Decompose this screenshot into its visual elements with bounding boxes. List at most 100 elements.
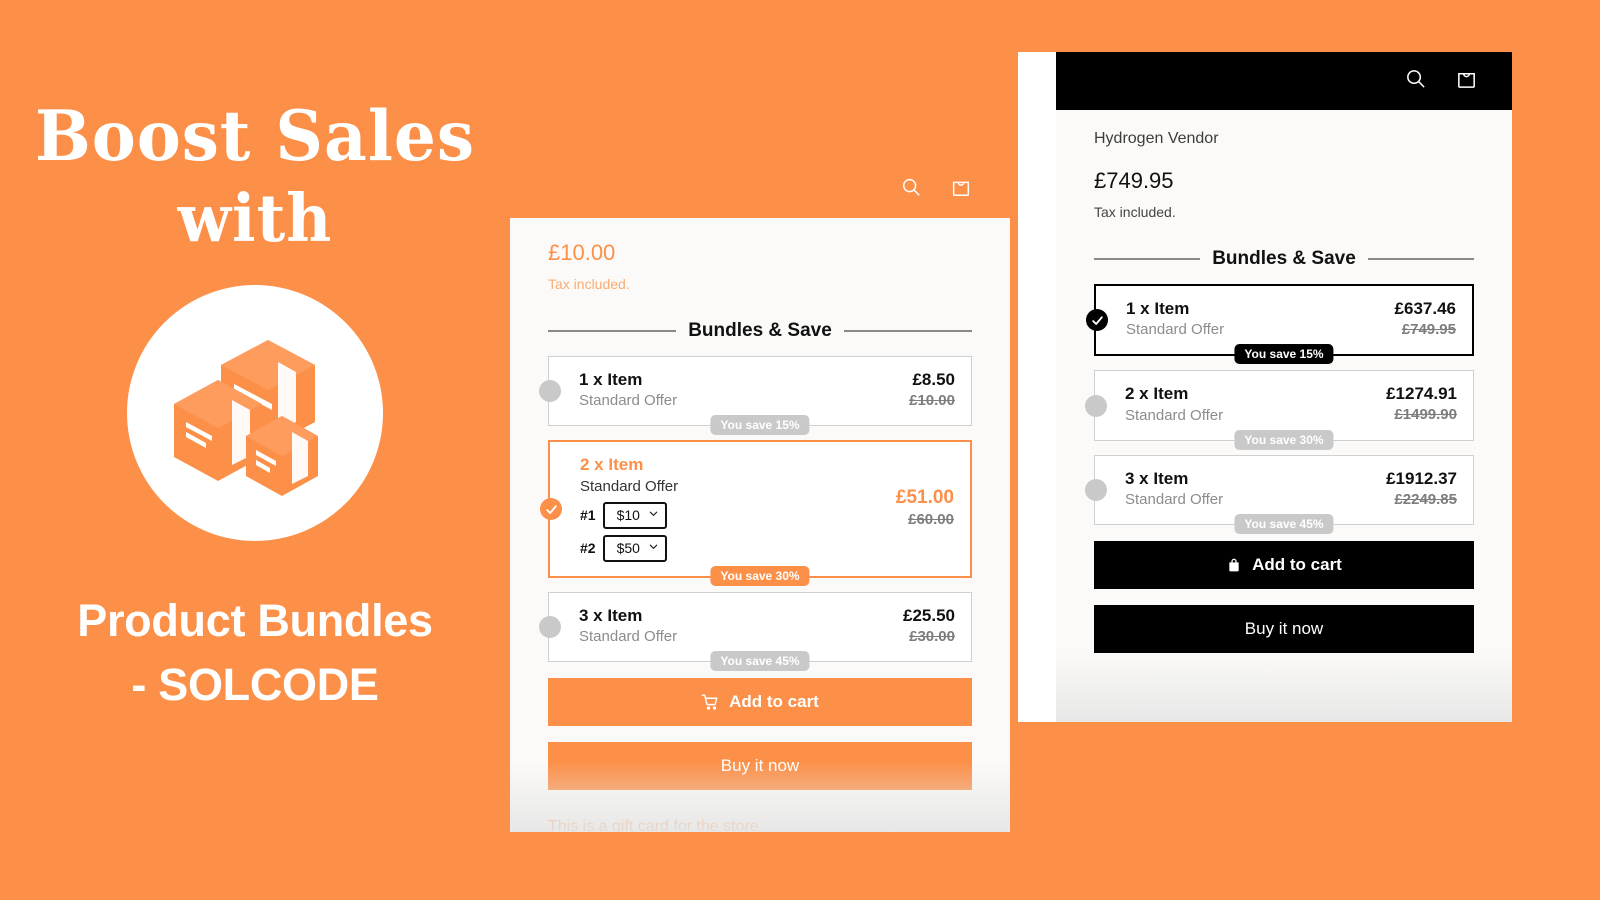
shopping-bag-icon[interactable]: [1455, 67, 1478, 95]
left-storefront-header: [510, 160, 1010, 218]
bundle-option-1-subtitle: Standard Offer: [579, 392, 678, 410]
variant-2-label: #2: [580, 540, 596, 557]
boxes-packages-icon: [160, 318, 350, 508]
right-bundle-option-1-compare-price: £749.95: [1401, 321, 1456, 339]
divider-right: [843, 330, 973, 332]
bundle-option-3-price: £25.50: [903, 605, 955, 625]
right-bundle-option-3-name: 3 x Item: [1125, 468, 1189, 488]
bundle-option-3-name: 3 x Item: [579, 605, 643, 625]
right-bundle-option-3-pricing: £1912.37 £2249.85: [1386, 468, 1457, 510]
promo-title-line-2: - SOLCODE: [131, 659, 379, 711]
right-bundle-option-2-info: 2 x Item Standard Offer: [1125, 383, 1223, 425]
right-bundle-option-2-pricing: £1274.91 £1499.90: [1386, 383, 1457, 425]
promo-panel: Boost Sales with Product Bundles - SOLCO…: [0, 0, 510, 900]
add-to-cart-button[interactable]: Add to cart: [548, 678, 972, 727]
bundle-option-2-pricing: £51.00 £60.00: [896, 486, 954, 531]
bundle-radio-2[interactable]: [540, 498, 562, 521]
variant-row-2: #2 $50: [580, 534, 678, 562]
right-bundle-option-2-price: £1274.91: [1386, 384, 1457, 404]
right-mockup-screen: Hydrogen Vendor £749.95 Tax included. Bu…: [1056, 52, 1512, 722]
product-vendor: Hydrogen Vendor: [1094, 130, 1219, 147]
bundle-option-1[interactable]: 1 x Item Standard Offer £8.50 £10.00 You…: [539, 356, 972, 436]
right-buy-it-now-label: Buy it now: [1244, 619, 1324, 639]
bundle-option-2-price: £51.00: [895, 486, 954, 508]
right-bundle-option-1-info: 1 x Item Standard Offer: [1126, 298, 1224, 340]
promo-title: Product Bundles - SOLCODE: [77, 589, 433, 717]
right-bundles-section-header: Bundles & Save: [1094, 248, 1475, 270]
right-bundle-option-2-name: 2 x Item: [1125, 384, 1189, 404]
promo-headline: Boost Sales with: [0, 102, 510, 257]
right-buy-it-now-button[interactable]: Buy it now: [1094, 605, 1474, 654]
shopping-bag-icon[interactable]: [950, 176, 972, 203]
variant-1-label: #1: [580, 507, 596, 524]
bundle-option-2-variant-list: #1 $10 #2 $50: [580, 502, 678, 562]
variant-row-1: #1 $10: [580, 502, 678, 529]
right-bundle-option-2-compare-price: £1499.90: [1394, 406, 1457, 424]
bundle-option-1-pricing: £8.50 £10.00: [909, 369, 955, 411]
right-bundle-radio-1[interactable]: [1086, 309, 1108, 332]
bundle-option-3-info: 3 x Item Standard Offer: [579, 605, 677, 647]
bundle-option-2-info: 2 x Item Standard Offer #1 $10 #2 $50: [580, 454, 679, 562]
buy-it-now-button[interactable]: Buy it now: [548, 742, 972, 791]
right-add-to-cart-label: Add to cart: [1252, 555, 1342, 575]
bundle-option-2-subtitle: Standard Offer: [580, 477, 679, 495]
right-bundle-option-3-price: £1912.37: [1386, 468, 1457, 488]
right-bundle-radio-2[interactable]: [1085, 394, 1107, 417]
right-bundle-option-3-info: 3 x Item Standard Offer: [1125, 468, 1223, 510]
right-bundle-option-1-price: £637.46: [1394, 299, 1456, 318]
right-bundle-option-3-subtitle: Standard Offer: [1125, 490, 1224, 508]
promo-title-line-1: Product Bundles: [77, 595, 433, 647]
bundle-option-1-savings-badge: You save 15%: [710, 415, 810, 436]
right-product-price: £749.95: [1094, 168, 1174, 193]
bundle-radio-3[interactable]: [539, 615, 561, 638]
search-icon[interactable]: [1404, 67, 1427, 95]
right-section-title: Bundles & Save: [1212, 248, 1356, 269]
bundle-option-1-name: 1 x Item: [579, 370, 643, 389]
search-icon[interactable]: [900, 176, 922, 203]
shopping-cart-icon: [701, 693, 719, 711]
right-bundle-option-1[interactable]: 1 x Item Standard Offer £637.46 £749.95 …: [1086, 284, 1474, 365]
right-bundle-option-1-name: 1 x Item: [1126, 299, 1190, 318]
right-bundle-option-3-savings-badge: You save 45%: [1234, 514, 1334, 535]
add-to-cart-label: Add to cart: [729, 692, 819, 712]
left-product-body: £10.00 Tax included. Bundles & Save 1 x …: [510, 218, 1010, 832]
bundle-option-2[interactable]: 2 x Item Standard Offer #1 $10 #2 $50 £5…: [540, 440, 972, 586]
left-product-mockup: £10.00 Tax included. Bundles & Save 1 x …: [510, 160, 1010, 832]
bundle-radio-1[interactable]: [539, 380, 561, 403]
bundle-option-3[interactable]: 3 x Item Standard Offer £25.50 £30.00 Yo…: [539, 591, 972, 672]
bundle-option-3-subtitle: Standard Offer: [579, 627, 678, 645]
shopping-bag-icon: [1226, 557, 1242, 573]
right-mockup-fade: [1056, 652, 1512, 722]
right-bundle-option-1-savings-badge: You save 15%: [1234, 344, 1334, 365]
right-bundle-option-3-compare-price: £2249.85: [1394, 490, 1457, 508]
bundle-option-1-compare-price: £10.00: [909, 392, 955, 410]
variant-1-select[interactable]: $10: [602, 502, 667, 529]
right-bundle-radio-3[interactable]: [1085, 478, 1107, 501]
gift-card-note: This is a gift card for the store: [548, 818, 759, 832]
right-product-mockup: Hydrogen Vendor £749.95 Tax included. Bu…: [1018, 52, 1512, 722]
left-product-price: £10.00: [548, 240, 616, 265]
left-section-title: Bundles & Save: [688, 320, 832, 341]
right-storefront-header: [1056, 52, 1512, 110]
right-bundle-option-3[interactable]: 3 x Item Standard Offer £1912.37 £2249.8…: [1085, 454, 1474, 535]
buy-it-now-label: Buy it now: [720, 756, 800, 776]
logo-badge: [127, 285, 383, 542]
left-bundles-section-header: Bundles & Save: [548, 320, 973, 342]
right-bundle-option-2-subtitle: Standard Offer: [1125, 406, 1224, 424]
divider-left: [548, 330, 677, 332]
right-add-to-cart-button[interactable]: Add to cart: [1094, 541, 1474, 590]
bundle-option-3-savings-badge: You save 45%: [710, 651, 810, 672]
left-mockup-screen: £10.00 Tax included. Bundles & Save 1 x …: [510, 160, 1010, 832]
divider-right: [1367, 258, 1475, 260]
right-tax-note: Tax included.: [1094, 204, 1176, 220]
headline-line-2: with: [177, 179, 333, 257]
right-bundle-option-1-pricing: £637.46 £749.95: [1395, 298, 1456, 340]
divider-left: [1094, 258, 1201, 260]
right-product-body: Hydrogen Vendor £749.95 Tax included. Bu…: [1056, 110, 1512, 654]
right-bundle-option-2[interactable]: 2 x Item Standard Offer £1274.91 £1499.9…: [1085, 370, 1474, 450]
variant-2-select[interactable]: $50: [602, 534, 667, 562]
variant-1-select-wrapper[interactable]: $10: [602, 502, 667, 529]
left-tax-note: Tax included.: [548, 276, 630, 292]
variant-2-select-wrapper[interactable]: $50: [602, 534, 667, 562]
right-bundle-option-2-savings-badge: You save 30%: [1234, 429, 1334, 450]
